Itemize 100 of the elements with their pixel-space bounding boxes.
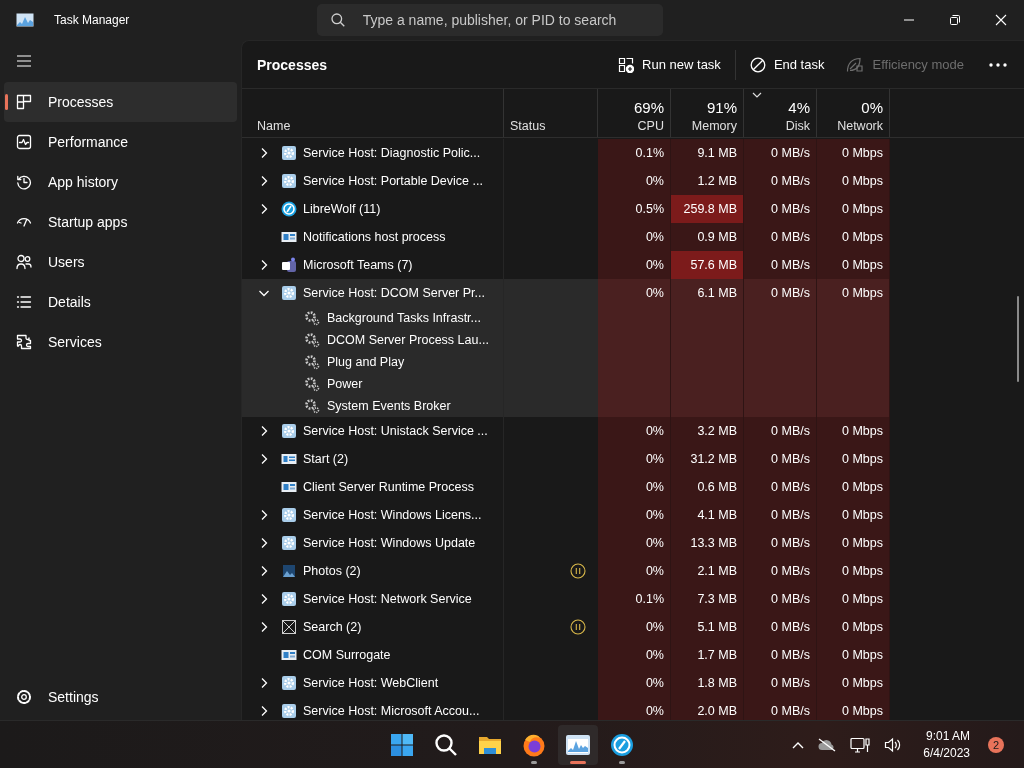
table-cell: 0 Mbps xyxy=(817,417,890,445)
more-icon xyxy=(989,62,1007,67)
nav-item[interactable]: Services xyxy=(4,322,237,362)
table-cell: 0 Mbps xyxy=(817,139,890,167)
clock[interactable]: 9:01 AM 6/4/2023 xyxy=(923,727,970,762)
column-total: 0% xyxy=(861,99,883,116)
table-cell: 0 MB/s xyxy=(744,501,817,529)
table-cell: 2.1 MB xyxy=(671,557,744,585)
chart-window-icon xyxy=(565,733,591,756)
history-icon xyxy=(16,174,32,190)
gear-icon xyxy=(281,535,297,551)
table-cell: 0 Mbps xyxy=(817,473,890,501)
leaf-icon xyxy=(846,56,865,73)
windows-logo-icon xyxy=(390,732,414,757)
table-cell: 0 Mbps xyxy=(817,529,890,557)
column-header[interactable]: Status xyxy=(510,119,591,133)
table-cell: 0 MB/s xyxy=(744,139,817,167)
network-icon[interactable] xyxy=(850,736,871,753)
chevron-up-icon[interactable] xyxy=(792,740,805,749)
search-icon xyxy=(330,13,345,27)
column-header[interactable]: Disk xyxy=(785,119,810,133)
toolbar-button[interactable]: Run new task xyxy=(610,50,729,79)
new-task-icon xyxy=(618,56,635,73)
table-cell: 0% xyxy=(598,641,671,669)
table-cell: 57.6 MB xyxy=(671,251,744,279)
nav-item[interactable]: Performance xyxy=(4,122,237,162)
processes-icon xyxy=(16,94,32,110)
table-cell: 0 Mbps xyxy=(817,585,890,613)
column-header[interactable]: Network xyxy=(837,119,883,133)
table-cell: 0.9 MB xyxy=(671,223,744,251)
table-cell: 0 Mbps xyxy=(817,251,890,279)
table-cell: 0 MB/s xyxy=(744,445,817,473)
table-cell: 0% xyxy=(598,445,671,473)
nav-item[interactable]: Users xyxy=(4,242,237,282)
nav-item[interactable]: Settings xyxy=(4,677,237,717)
table-cell: 0 Mbps xyxy=(817,613,890,641)
toolbar-button[interactable]: End task xyxy=(741,50,833,79)
table-cell: 0 Mbps xyxy=(817,195,890,223)
window-title: Task Manager xyxy=(54,13,130,27)
table-cell: 0 MB/s xyxy=(744,167,817,195)
speaker-icon[interactable] xyxy=(884,736,903,753)
scrollbar-thumb[interactable] xyxy=(1017,296,1019,382)
menu-icon xyxy=(16,54,32,68)
table-cell: 0 MB/s xyxy=(744,641,817,669)
nav-item[interactable]: App history xyxy=(4,162,237,202)
table-cell: 0 MB/s xyxy=(744,529,817,557)
table-cell: 0% xyxy=(598,417,671,445)
column-total: 91% xyxy=(706,99,737,116)
table-cell: 0% xyxy=(598,473,671,501)
column-header[interactable]: Memory xyxy=(691,119,737,133)
search-icon xyxy=(434,732,458,757)
table-cell: 0 MB/s xyxy=(744,697,817,720)
gear-icon xyxy=(281,285,297,301)
process-name: LibreWolf (11) xyxy=(303,202,381,216)
table-cell: 2.0 MB xyxy=(671,697,744,720)
table-cell: 0% xyxy=(598,557,671,585)
column-header[interactable]: CPU xyxy=(637,119,664,133)
team-icon xyxy=(281,257,297,273)
clock-date: 6/4/2023 xyxy=(923,744,970,762)
gears-icon xyxy=(304,310,320,326)
process-name: Service Host: Portable Device ... xyxy=(303,174,483,188)
list-icon xyxy=(16,294,32,310)
globe-icon xyxy=(610,732,634,757)
taskbar-app[interactable] xyxy=(558,724,598,765)
table-cell: 4.1 MB xyxy=(671,501,744,529)
process-name: Service Host: Network Service xyxy=(303,592,472,606)
notification-badge[interactable]: 2 xyxy=(988,736,1004,753)
gears-icon xyxy=(304,332,320,348)
table-cell: 0% xyxy=(598,529,671,557)
gear-icon xyxy=(281,145,297,161)
table-cell: 0 Mbps xyxy=(817,445,890,473)
globe-icon xyxy=(281,201,297,217)
window-icon xyxy=(281,647,297,663)
column-header[interactable]: Name xyxy=(257,119,497,133)
close-icon[interactable] xyxy=(995,14,1007,26)
service-name: Background Tasks Infrastr... xyxy=(327,311,481,325)
table-cell: 3.2 MB xyxy=(671,417,744,445)
performance-icon xyxy=(16,134,32,150)
gear-icon xyxy=(281,173,297,189)
settings-icon xyxy=(16,689,32,705)
process-name: COM Surrogate xyxy=(303,648,391,662)
prohibited-icon xyxy=(749,56,766,73)
table-cell: 0% xyxy=(598,279,671,307)
table-cell: 0 MB/s xyxy=(744,473,817,501)
nav-item[interactable]: Details xyxy=(4,282,237,322)
gears-icon xyxy=(304,354,320,370)
table-cell: 1.8 MB xyxy=(671,669,744,697)
nav-item[interactable]: Processes xyxy=(4,82,237,122)
sort-caret-icon[interactable] xyxy=(752,92,762,98)
table-cell: 0 Mbps xyxy=(817,697,890,720)
process-name: Service Host: Diagnostic Polic... xyxy=(303,146,481,160)
cloud-off-icon[interactable] xyxy=(818,737,837,752)
table-cell: 0% xyxy=(598,223,671,251)
table-cell: 0% xyxy=(598,501,671,529)
restore-icon[interactable] xyxy=(949,14,961,26)
nav-item[interactable]: Startup apps xyxy=(4,202,237,242)
gear-icon xyxy=(281,703,297,719)
table-cell: 5.1 MB xyxy=(671,613,744,641)
search-field[interactable]: Type a name, publisher, or PID to search xyxy=(316,4,663,36)
table-cell: 6.1 MB xyxy=(671,279,744,307)
